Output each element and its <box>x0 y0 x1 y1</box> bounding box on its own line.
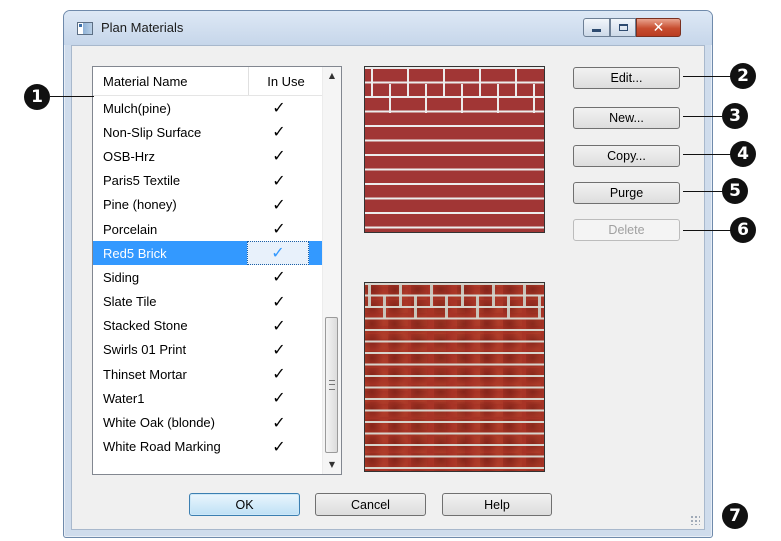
list-item[interactable]: Siding ✓ <box>93 265 323 289</box>
list-item[interactable]: Water1 ✓ <box>93 386 323 410</box>
list-item[interactable]: Porcelain ✓ <box>93 217 323 241</box>
close-icon: ✕ <box>652 19 665 36</box>
checkmark-icon: ✓ <box>272 293 286 311</box>
checkmark-icon: ✓ <box>272 414 286 432</box>
callout-7: 7 <box>722 503 748 529</box>
material-name: White Road Marking <box>103 439 221 455</box>
list-item[interactable]: Non-Slip Surface ✓ <box>93 120 323 144</box>
scroll-down-arrow-icon[interactable]: ▼ <box>323 456 341 474</box>
callout-1: 1 <box>24 84 50 110</box>
material-name: Thinset Mortar <box>103 366 187 382</box>
list-item[interactable]: Swirls 01 Print ✓ <box>93 338 323 362</box>
checkmark-icon: ✓ <box>272 390 286 408</box>
list-header: Material Name In Use <box>93 67 323 96</box>
help-button[interactable]: Help <box>442 493 552 516</box>
checkmark-icon: ✓ <box>272 366 286 384</box>
cancel-button[interactable]: Cancel <box>315 493 426 516</box>
list-item[interactable]: Thinset Mortar ✓ <box>93 362 323 386</box>
callout-line-3 <box>683 116 722 117</box>
resize-grip-icon[interactable] <box>690 515 700 525</box>
checkmark-icon: ✓ <box>272 317 286 335</box>
material-preview-flat <box>364 66 545 233</box>
checkmark-icon: ✓ <box>272 172 286 190</box>
checkmark-icon: ✓ <box>272 269 286 287</box>
material-name: Red5 Brick <box>103 245 167 261</box>
list-item[interactable]: OSB-Hrz ✓ <box>93 144 323 168</box>
scroll-up-arrow-icon[interactable]: ▲ <box>323 67 341 85</box>
checkmark-icon: ✓ <box>272 100 286 118</box>
title-bar[interactable]: Plan Materials ✕ <box>64 11 712 45</box>
minimize-button[interactable] <box>583 18 610 37</box>
checkmark-icon: ✓ <box>272 438 286 456</box>
scroll-grip-icon <box>329 380 335 390</box>
column-header-material-name[interactable]: Material Name <box>93 67 249 95</box>
callout-line-6 <box>683 230 731 231</box>
maximize-button[interactable] <box>610 18 636 37</box>
callout-2: 2 <box>730 63 756 89</box>
list-item[interactable]: Slate Tile ✓ <box>93 290 323 314</box>
new-button[interactable]: New... <box>573 107 680 129</box>
checkmark-icon: ✓ <box>247 241 309 266</box>
ok-button[interactable]: OK <box>189 493 300 516</box>
checkmark-icon: ✓ <box>272 341 286 359</box>
app-window-icon <box>77 22 93 35</box>
minimize-icon <box>592 29 601 32</box>
list-item[interactable]: Paris5 Textile ✓ <box>93 169 323 193</box>
material-name: Stacked Stone <box>103 318 188 334</box>
material-name: Slate Tile <box>103 294 157 310</box>
scroll-thumb[interactable] <box>325 317 338 453</box>
material-name: Water1 <box>103 390 145 406</box>
checkmark-icon: ✓ <box>272 221 286 239</box>
callout-5: 5 <box>722 178 748 204</box>
checkmark-icon: ✓ <box>272 196 286 214</box>
edit-button[interactable]: Edit... <box>573 67 680 89</box>
callout-line-5 <box>683 191 723 192</box>
list-item[interactable]: Mulch(pine) ✓ <box>93 96 323 120</box>
callout-6: 6 <box>730 217 756 243</box>
material-preview-rendered <box>364 282 545 472</box>
material-name: Swirls 01 Print <box>103 342 187 358</box>
material-name: Non-Slip Surface <box>103 124 202 140</box>
window-title: Plan Materials <box>101 20 184 35</box>
callout-3: 3 <box>722 103 748 129</box>
callout-line-2 <box>683 76 731 77</box>
material-name: White Oak (blonde) <box>103 415 215 431</box>
list-item[interactable]: White Road Marking ✓ <box>93 435 323 459</box>
plan-materials-dialog: Plan Materials ✕ Material Name In Use Mu… <box>63 10 713 538</box>
checkmark-icon: ✓ <box>272 148 286 166</box>
materials-list[interactable]: Material Name In Use Mulch(pine) ✓ Non-Sli… <box>92 66 342 475</box>
column-header-in-use[interactable]: In Use <box>249 67 323 95</box>
material-name: Pine (honey) <box>103 197 177 213</box>
callout-line-1 <box>50 96 94 97</box>
material-name: Siding <box>103 269 140 285</box>
list-item[interactable]: Pine (honey) ✓ <box>93 193 323 217</box>
material-name: Paris5 Textile <box>103 173 181 189</box>
list-rows: Mulch(pine) ✓ Non-Slip Surface ✓ OSB-Hrz ✓ Par… <box>93 96 323 459</box>
list-item[interactable]: Stacked Stone ✓ <box>93 314 323 338</box>
copy-button[interactable]: Copy... <box>573 145 680 167</box>
material-name: OSB-Hrz <box>103 148 155 164</box>
delete-button[interactable]: Delete <box>573 219 680 241</box>
dialog-body: Material Name In Use Mulch(pine) ✓ Non-Sli… <box>71 45 705 530</box>
list-item[interactable]: White Oak (blonde) ✓ <box>93 410 323 434</box>
list-item[interactable]: Red5 Brick ✓ <box>93 241 323 266</box>
close-button[interactable]: ✕ <box>636 18 681 37</box>
callout-4: 4 <box>730 141 756 167</box>
callout-line-4 <box>683 154 731 155</box>
purge-button[interactable]: Purge <box>573 182 680 204</box>
checkmark-icon: ✓ <box>272 124 286 142</box>
material-name: Porcelain <box>103 221 158 237</box>
material-name: Mulch(pine) <box>103 100 171 116</box>
list-scrollbar[interactable]: ▲ ▼ <box>322 67 341 474</box>
maximize-icon <box>618 24 628 31</box>
